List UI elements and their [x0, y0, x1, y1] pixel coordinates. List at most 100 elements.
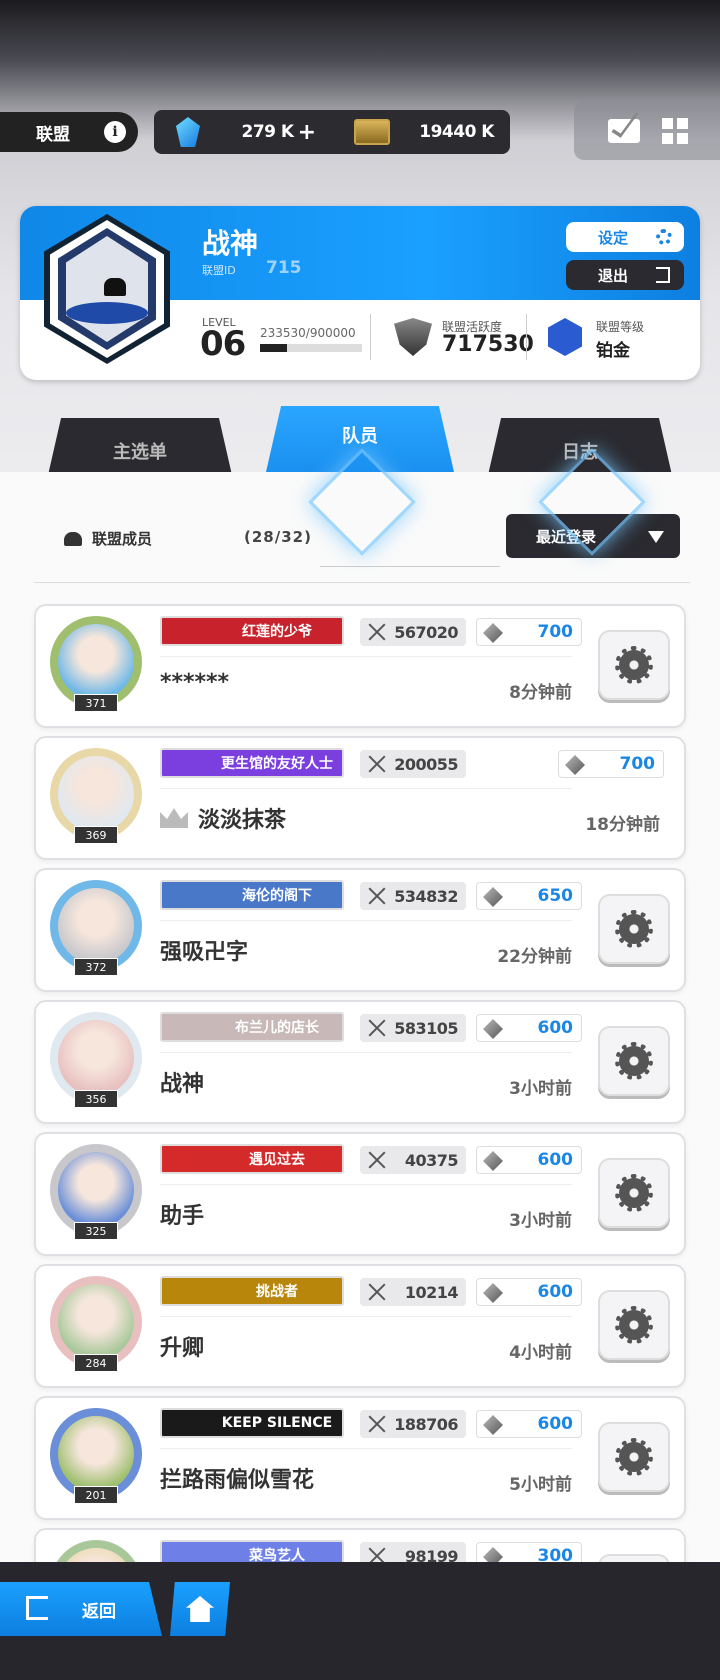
home-button[interactable]: [170, 1582, 230, 1636]
member-row[interactable]: 325 遇见过去 40375 600 助手 3小时前: [34, 1132, 686, 1256]
member-row[interactable]: 369 更生馆的友好人士 200055 700 淡淡抹茶 18分钟前: [34, 736, 686, 860]
back-label: 返回: [82, 1601, 116, 1622]
top-bar: 联盟 i 279 K + 19440 K: [0, 102, 720, 164]
rank-label: 联盟等级: [596, 320, 645, 334]
cat-icon: [104, 278, 126, 296]
member-contribution: 600: [476, 1014, 582, 1042]
member-power: 583105: [360, 1014, 466, 1042]
member-power-value: 10214: [404, 1282, 459, 1302]
activity-value: 717530: [442, 332, 534, 357]
member-row[interactable]: 356 布兰儿的店长 583105 600 战神 3小时前: [34, 1000, 686, 1124]
member-row[interactable]: 201 KEEP SILENCE 188706 600 拦路雨偏似雪花 5小时前: [34, 1396, 686, 1520]
member-level-badge: 369: [74, 826, 118, 844]
member-row[interactable]: 284 挑战者 10214 600 升卿 4小时前: [34, 1264, 686, 1388]
member-contribution: 600: [476, 1278, 582, 1306]
member-contribution: 600: [476, 1146, 582, 1174]
back-button[interactable]: 返回: [0, 1582, 162, 1636]
member-settings-button[interactable]: [598, 894, 670, 964]
info-icon[interactable]: i: [104, 121, 126, 143]
divider: [34, 582, 690, 583]
sword-icon: [368, 1415, 386, 1433]
member-power: 40375: [360, 1146, 466, 1174]
xp-progress-bar: [260, 344, 362, 352]
member-contribution: 700: [476, 618, 582, 646]
member-contribution-value: 700: [619, 754, 656, 774]
alliance-label: 联盟: [36, 124, 70, 145]
member-last-login: 3小时前: [509, 1211, 572, 1231]
guild-id: 715: [266, 258, 302, 278]
gem-icon: [176, 117, 200, 147]
member-level-badge: 372: [74, 958, 118, 976]
members-panel: 联盟成员 (28/32) 最近登录 371 红莲的少爷 567020 700 *****…: [0, 448, 720, 1652]
member-settings-button[interactable]: [598, 1158, 670, 1228]
alliance-tab[interactable]: 联盟 i: [0, 112, 138, 152]
guild-emblem: [44, 214, 170, 364]
member-row[interactable]: 371 红莲的少爷 567020 700 ****** 8分钟前: [34, 604, 686, 728]
gems-value: 279 K: [241, 122, 294, 142]
settings-label: 设定: [598, 228, 629, 247]
member-title-badge: 海伦的阁下: [160, 880, 344, 910]
divider: [160, 788, 572, 789]
member-name: 淡淡抹茶: [198, 808, 287, 833]
diamond-icon: [483, 1415, 503, 1435]
member-last-login: 22分钟前: [497, 947, 572, 967]
grid-icon[interactable]: [662, 118, 688, 144]
shield-icon: [394, 318, 432, 356]
exit-button[interactable]: 退出: [566, 260, 684, 290]
home-icon: [186, 1596, 214, 1622]
member-power: 534832: [360, 882, 466, 910]
sword-icon: [368, 1019, 386, 1037]
member-last-login: 5小时前: [509, 1475, 572, 1495]
member-title: 红莲的少爷: [242, 624, 312, 640]
diamond-icon: [483, 1151, 503, 1171]
member-settings-button[interactable]: [598, 630, 670, 700]
settings-button[interactable]: 设定: [566, 222, 684, 252]
member-contribution-value: 600: [537, 1018, 574, 1038]
member-contribution-value: 700: [537, 622, 574, 642]
guild-profile-card: 战神 联盟ID 715 设定 退出 LEVEL 06 233530/900000…: [20, 206, 700, 380]
member-title-badge: 红莲的少爷: [160, 616, 344, 646]
member-last-login: 8分钟前: [509, 683, 572, 703]
mail-icon[interactable]: [608, 119, 640, 143]
gems-currency[interactable]: 279 K +: [176, 117, 316, 147]
sword-icon: [368, 1283, 386, 1301]
divider: [160, 920, 572, 921]
divider: [320, 566, 500, 567]
currency-bar: 279 K + 19440 K: [154, 110, 510, 154]
divider: [160, 1316, 572, 1317]
member-settings-button[interactable]: [598, 1026, 670, 1096]
members-count: (28/32): [244, 528, 312, 546]
member-title: 海伦的阁下: [242, 888, 312, 904]
member-title-badge: KEEP SILENCE: [160, 1408, 344, 1438]
member-contribution: 650: [476, 882, 582, 910]
member-power-value: 534832: [394, 886, 458, 906]
member-contribution-value: 650: [537, 886, 574, 906]
member-power: 188706: [360, 1410, 466, 1438]
rank-value: 铂金: [596, 341, 630, 361]
member-power: 200055: [360, 750, 466, 778]
back-icon: [26, 1596, 48, 1620]
member-settings-button[interactable]: [598, 1422, 670, 1492]
gear-icon: [615, 1042, 653, 1080]
member-row[interactable]: 372 海伦的阁下 534832 650 强吸卍字 22分钟前: [34, 868, 686, 992]
member-power-value: 188706: [394, 1414, 458, 1434]
add-gems-button[interactable]: +: [298, 120, 316, 145]
member-settings-button[interactable]: [598, 1290, 670, 1360]
member-title-badge: 更生馆的友好人士: [160, 748, 344, 778]
sword-icon: [368, 887, 386, 905]
gear-icon: [615, 910, 653, 948]
crown-icon: [160, 808, 188, 828]
cards-value: 19440 K: [419, 122, 494, 142]
member-level-badge: 356: [74, 1090, 118, 1108]
divider: [160, 656, 572, 657]
member-power-value: 567020: [394, 622, 458, 642]
member-name: ******: [160, 670, 230, 695]
member-contribution: 700: [558, 750, 664, 778]
diamond-icon: [483, 1019, 503, 1039]
card-icon: [354, 119, 390, 145]
member-contribution: 600: [476, 1410, 582, 1438]
divider: [160, 1448, 572, 1449]
member-level-badge: 371: [74, 694, 118, 712]
dropdown-arrow-icon: [648, 531, 664, 543]
member-contribution-value: 600: [537, 1150, 574, 1170]
